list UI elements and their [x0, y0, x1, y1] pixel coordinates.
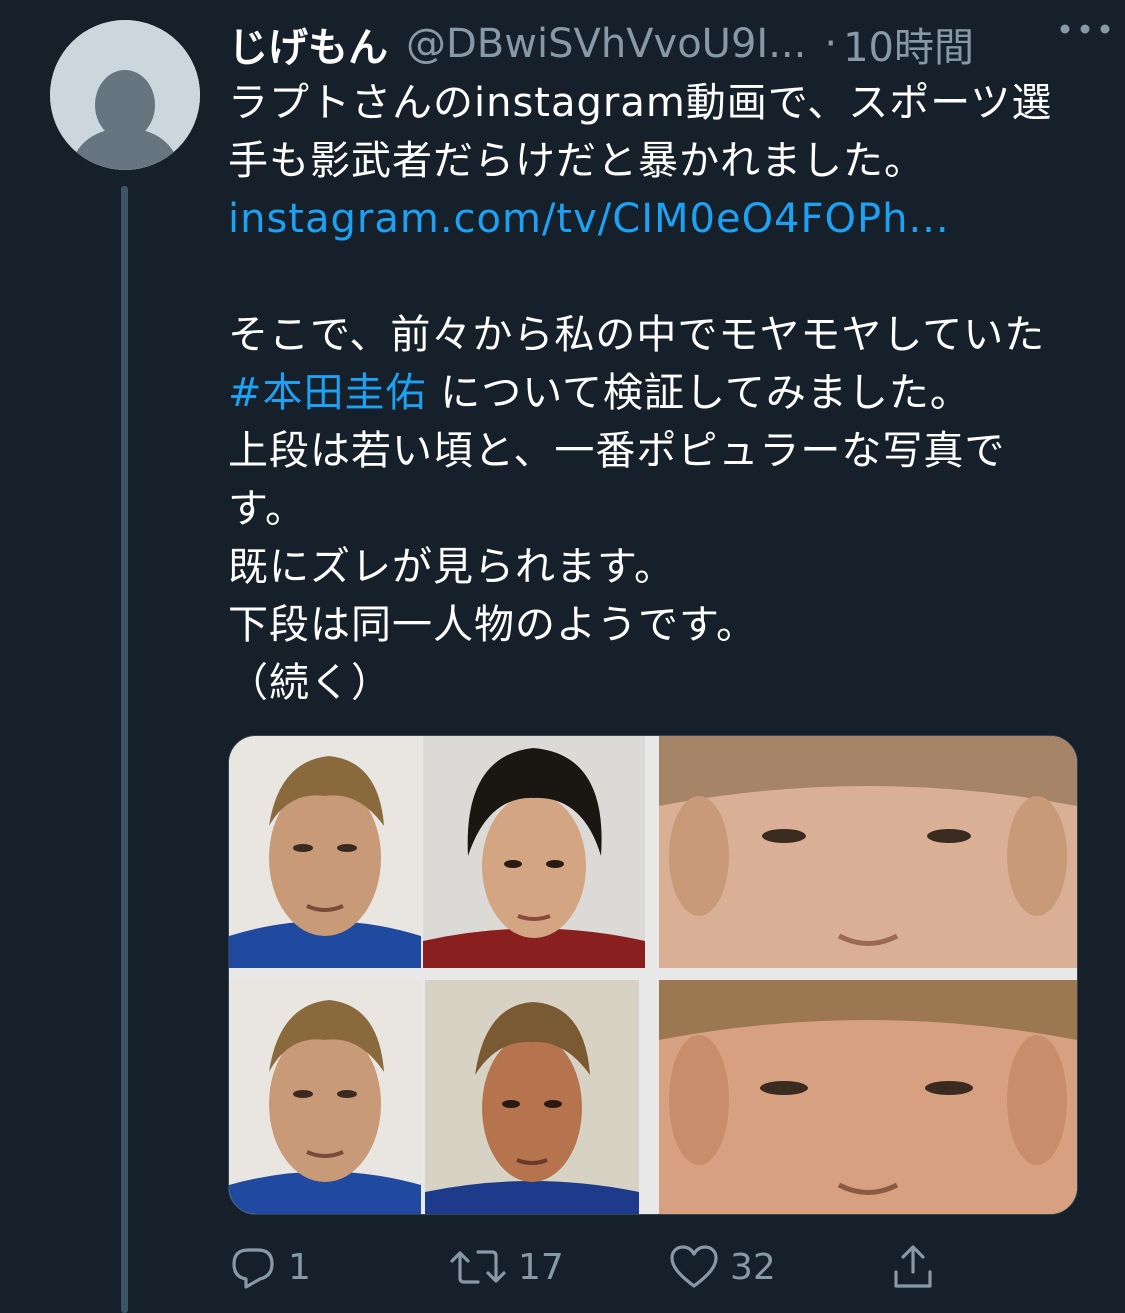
action-bar: 1 17 32 — [228, 1232, 1088, 1302]
retweet-button[interactable]: 17 — [448, 1232, 564, 1302]
media-image-collage[interactable] — [228, 735, 1078, 1215]
author-name[interactable]: じげもん — [228, 15, 388, 73]
text-line: ラプトさんのinstagram動画で、スポーツ選 — [228, 80, 1053, 126]
share-icon — [894, 1245, 932, 1288]
text-line: す。 — [228, 486, 306, 532]
text-line: 既にズレが見られます。 — [228, 544, 675, 590]
face-photo-bottom-left — [229, 980, 421, 1214]
text-line: （続く） — [228, 660, 392, 706]
face-closeup-top-right — [659, 736, 1077, 968]
text-segment: について検証してみました。 — [426, 370, 971, 416]
reply-icon — [232, 1248, 274, 1289]
face-photo-top-left — [229, 736, 421, 968]
hashtag-link[interactable]: #本田圭佑 — [228, 370, 427, 416]
like-button[interactable]: 32 — [668, 1232, 776, 1302]
face-photo-bottom-middle — [425, 980, 639, 1214]
text-line: 上段は若い頃と、一番ポピュラーな写真で — [228, 428, 1006, 474]
text-line: 下段は同一人物のようです。 — [228, 602, 757, 648]
retweet-icon — [450, 1250, 506, 1284]
tweet-header: じげもん @DBwiSVhVvoU9I... · 10時間 — [228, 14, 1108, 74]
like-icon — [670, 1245, 718, 1288]
separator: · — [824, 21, 838, 67]
author-handle[interactable]: @DBwiSVhVvoU9I... — [406, 21, 806, 67]
timestamp[interactable]: 10時間 — [843, 15, 974, 73]
avatar[interactable] — [50, 20, 200, 170]
reply-button[interactable]: 1 — [228, 1232, 311, 1302]
like-count: 32 — [730, 1246, 776, 1288]
face-closeup-bottom-right — [659, 980, 1077, 1214]
tweet-link[interactable]: instagram.com/tv/CIM0eO4FOPh... — [228, 190, 1088, 248]
more-icon[interactable] — [1055, 14, 1115, 44]
tweet[interactable]: じげもん @DBwiSVhVvoU9I... · 10時間 ラプトさんのinst… — [0, 0, 1125, 1313]
tweet-text: ラプトさんのinstagram動画で、スポーツ選 手も影武者だらけだと暴かれまし… — [228, 74, 1088, 712]
text-line: 手も影武者だらけだと暴かれました。 — [228, 138, 925, 184]
reply-count: 1 — [288, 1246, 311, 1288]
default-avatar-icon — [50, 20, 200, 170]
text-line-with-hashtag: #本田圭佑 について検証してみました。 — [228, 364, 1088, 422]
face-photo-top-middle — [423, 736, 645, 968]
share-button[interactable] — [888, 1232, 938, 1302]
thread-line — [121, 186, 128, 1313]
retweet-count: 17 — [518, 1246, 564, 1288]
text-line: そこで、前々から私の中でモヤモヤしていた — [228, 312, 1046, 358]
